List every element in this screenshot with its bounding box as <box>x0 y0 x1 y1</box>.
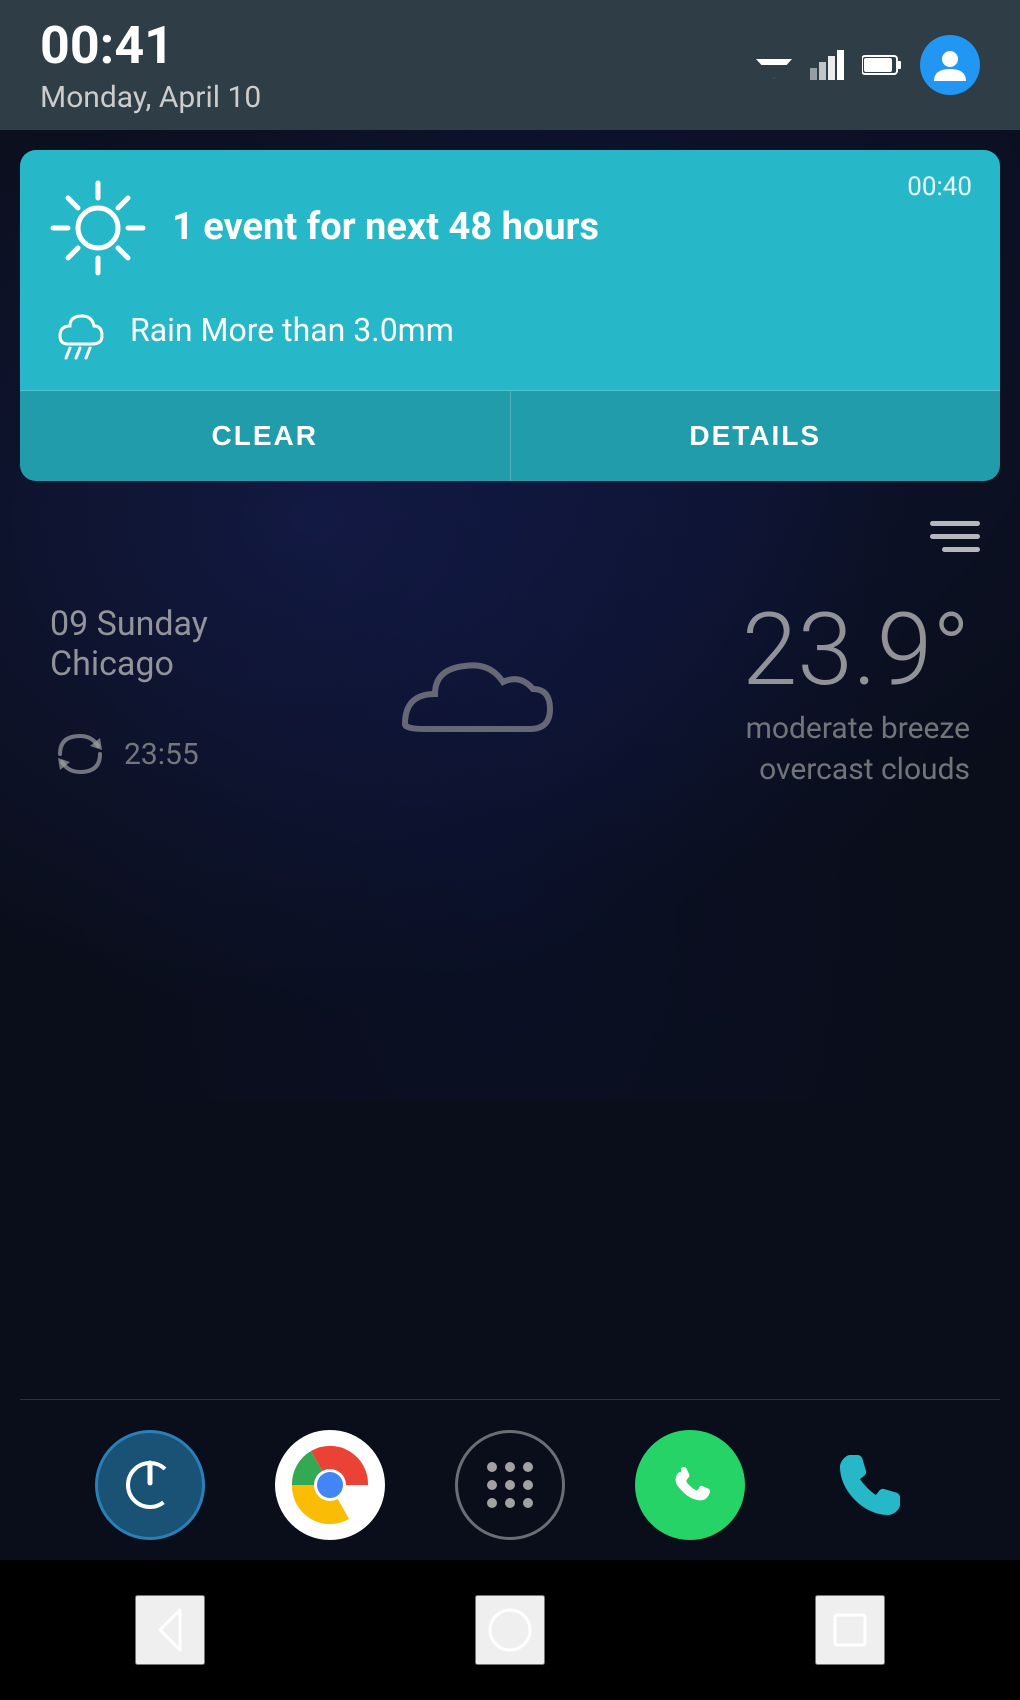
back-icon <box>145 1605 195 1655</box>
whatsapp-app-icon[interactable] <box>635 1430 745 1540</box>
weather-area: 09 Sunday Chicago 23:55 23.9° <box>0 481 1020 847</box>
notification-timestamp: 00:40 <box>907 172 972 202</box>
weather-content: 09 Sunday Chicago 23:55 23.9° <box>50 601 970 787</box>
dock-area <box>0 1399 1020 1540</box>
phone-app-icon[interactable] <box>815 1430 925 1540</box>
chrome-icon <box>290 1445 370 1525</box>
power-icon <box>120 1455 180 1515</box>
status-bar: 00:41 Monday, April 10 <box>0 0 1020 130</box>
dock-divider <box>20 1399 1000 1400</box>
weather-city: Chicago <box>50 644 208 684</box>
weather-day-city: 09 Sunday Chicago <box>50 604 208 684</box>
avatar-icon[interactable] <box>920 35 980 95</box>
person-icon <box>932 47 968 83</box>
sun-icon <box>48 178 148 278</box>
recents-button[interactable] <box>815 1595 885 1665</box>
hamburger-menu-button[interactable] <box>930 521 980 552</box>
weather-right: 23.9° moderate breeze overcast clouds <box>742 601 970 787</box>
home-button[interactable] <box>475 1595 545 1665</box>
home-icon <box>485 1605 535 1655</box>
notification-detail: Rain More than 3.0mm <box>48 298 972 362</box>
status-time-block: 00:41 Monday, April 10 <box>40 15 261 115</box>
hamburger-line-1 <box>930 521 980 526</box>
hamburger-line-2 <box>930 534 980 539</box>
status-date: Monday, April 10 <box>40 80 261 115</box>
status-icons <box>756 35 980 95</box>
refresh-time: 23:55 <box>124 737 199 772</box>
cloud-icon-container <box>208 614 742 774</box>
weather-condition2: overcast clouds <box>742 752 970 787</box>
cloud-weather-icon <box>375 614 575 774</box>
notification-title: 1 event for next 48 hours <box>172 205 599 251</box>
phone-icon <box>830 1445 910 1525</box>
refresh-icon <box>50 724 110 784</box>
weather-refresh[interactable]: 23:55 <box>50 724 208 784</box>
notification-detail-text: Rain More than 3.0mm <box>130 311 454 349</box>
grid-icon <box>475 1450 545 1520</box>
clear-button[interactable]: CLEAR <box>20 391 511 481</box>
notification-header: 1 event for next 48 hours <box>48 178 972 278</box>
rain-icon <box>48 298 112 362</box>
navigation-bar <box>0 1560 1020 1700</box>
signal-icon <box>810 50 844 80</box>
weather-left: 09 Sunday Chicago 23:55 <box>50 604 208 784</box>
whatsapp-icon <box>655 1450 725 1520</box>
temperature-display: 23.9° <box>742 601 970 701</box>
recents-icon <box>825 1605 875 1655</box>
notification-card: 00:40 1 event for next 48 hours Rain Mor… <box>20 150 1000 481</box>
details-button[interactable]: DETAILS <box>511 391 1001 481</box>
power-app-icon[interactable] <box>95 1430 205 1540</box>
app-drawer-icon[interactable] <box>455 1430 565 1540</box>
chrome-app-icon[interactable] <box>275 1430 385 1540</box>
hamburger-line-3 <box>942 547 980 552</box>
battery-icon <box>862 53 902 77</box>
notification-actions: CLEAR DETAILS <box>20 390 1000 481</box>
dock-icons <box>0 1430 1020 1540</box>
wifi-icon <box>756 51 792 79</box>
back-button[interactable] <box>135 1595 205 1665</box>
weather-day: 09 Sunday <box>50 604 208 644</box>
weather-condition1: moderate breeze <box>742 711 970 746</box>
status-time: 00:41 <box>40 15 261 76</box>
